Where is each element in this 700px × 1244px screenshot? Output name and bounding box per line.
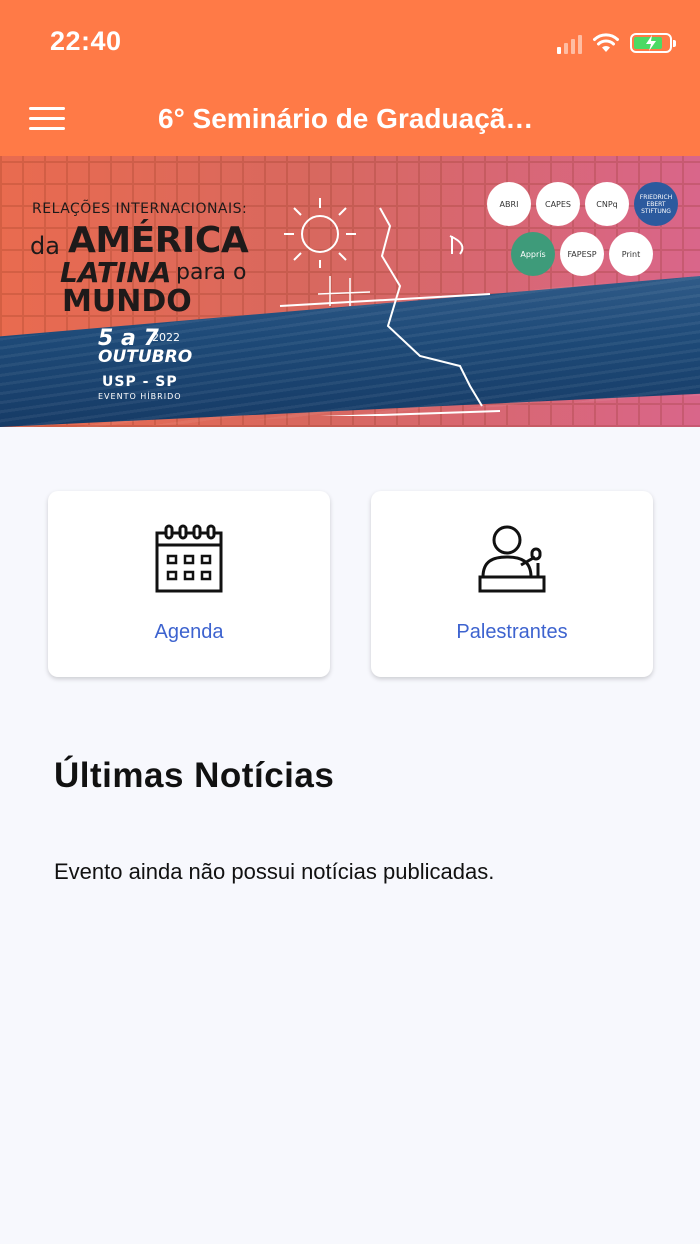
event-banner: RELAÇÕES INTERNACIONAIS: da AMÉRICA LATI… (0, 156, 700, 427)
sponsor-logo: CAPES (536, 182, 580, 226)
banner-place: USP - SP (102, 374, 178, 390)
app-header: 22:40 6° Seminário de Graduaçã… (0, 0, 700, 156)
status-time: 22:40 (50, 26, 122, 56)
sponsor-logo: FAPESP (560, 232, 604, 276)
agenda-label: Agenda (154, 621, 224, 643)
battery-charging-icon (630, 33, 676, 53)
sponsor-logo: CNPq (585, 182, 629, 226)
banner-america: AMÉRICA (68, 220, 249, 261)
sponsor-logo: Print (609, 232, 653, 276)
sponsor-logo: FRIEDRICH EBERT STIFTUNG (634, 182, 678, 226)
speaker-podium-icon (478, 525, 546, 593)
banner-month: OUTUBRO (98, 347, 193, 367)
banner-year: 2022 (152, 331, 180, 344)
calendar-icon (155, 524, 223, 593)
sponsor-logo: Apprís (511, 232, 555, 276)
banner-da: da (30, 232, 60, 260)
palestrantes-card[interactable]: Palestrantes (371, 491, 653, 677)
agenda-card[interactable]: Agenda (48, 491, 330, 677)
status-icons (557, 28, 676, 58)
wifi-icon (593, 33, 619, 52)
news-section-title: Últimas Notícias (54, 756, 335, 795)
page-title: 6° Seminário de Graduaçã… (158, 103, 534, 134)
news-empty-message: Evento ainda não possui notícias publica… (54, 859, 495, 884)
map-sketch-illustration (279, 198, 501, 416)
banner-para-o: para o (176, 260, 247, 285)
banner-mode: EVENTO HÍBRIDO (98, 392, 182, 401)
banner-mundo: MUNDO (62, 284, 192, 319)
cellular-signal-icon (557, 32, 582, 54)
hamburger-menu-button[interactable] (29, 107, 65, 131)
banner-kicker: RELAÇÕES INTERNACIONAIS: (32, 201, 248, 217)
palestrantes-label: Palestrantes (456, 621, 568, 643)
sponsor-logo: ABRI (487, 182, 531, 226)
